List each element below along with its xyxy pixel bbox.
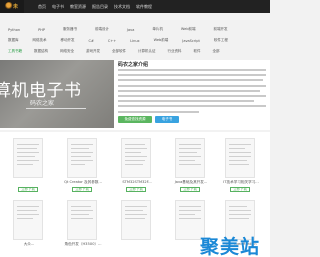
resource-grid: 立即下载 Qt Creator 及其参数... 立即下载 STM32STM32F…	[0, 132, 270, 257]
nav-item-docs[interactable]: 技术文档	[114, 4, 130, 10]
tag-row-2: 数据库 网络技术 移动开发 C# C++ Linux Web前端 JavaScr…	[8, 38, 278, 43]
tag-item[interactable]: 行业资料	[168, 49, 182, 54]
download-button[interactable]: 立即下载	[180, 187, 200, 192]
download-button[interactable]: 立即下载	[72, 187, 92, 192]
nav-item-classroom[interactable]: 教室资源	[70, 4, 86, 10]
resource-card[interactable]	[112, 200, 166, 257]
resource-card[interactable]: 角色开发（H35X0）...	[58, 200, 112, 257]
tag-item[interactable]: 网络技术	[33, 38, 47, 43]
document-thumbnail	[121, 138, 151, 178]
document-thumbnail	[13, 138, 43, 178]
card-title: 大众...	[23, 242, 35, 246]
tag-item[interactable]: 全部	[213, 49, 220, 54]
top-navbar: 未 首页 电子书 教室资源 报告目录 技术文档 软件教程	[0, 0, 270, 13]
resource-card[interactable]: 立即下载	[4, 138, 58, 198]
site-logo[interactable]: 未	[0, 0, 24, 13]
tag-item[interactable]: 移动开发	[61, 38, 75, 43]
nav-item-software[interactable]: 软件教程	[136, 4, 152, 10]
resource-card[interactable]: IT技术学习相关学习... 立即下载	[216, 138, 270, 198]
tag-item[interactable]: Python	[8, 28, 20, 32]
tag-item[interactable]: PHP	[38, 28, 45, 32]
tag-item[interactable]: Linux	[130, 39, 139, 43]
tag-item[interactable]: 数据库	[8, 38, 19, 43]
tag-item[interactable]: 软件工程	[214, 38, 228, 43]
tag-item[interactable]: 单片机	[152, 27, 163, 32]
intro-title: 码农之家介绍	[118, 62, 149, 68]
tag-item[interactable]: 数据结构	[34, 49, 48, 54]
tag-item[interactable]: C#	[89, 39, 94, 43]
tag-row-1: Python PHP 服务器书 前端设计 Java 单片机 Web前端 前端开发	[8, 27, 278, 32]
document-thumbnail	[175, 138, 205, 178]
banner-divider	[26, 108, 86, 109]
ebook-button[interactable]: 电子书	[155, 116, 179, 123]
resource-card[interactable]: Java基础及其开发... 立即下载	[166, 138, 220, 198]
download-button[interactable]: 立即下载	[126, 187, 146, 192]
banner-subtitle: 码农之家	[30, 100, 55, 107]
category-tags: Python PHP 服务器书 前端设计 Java 单片机 Web前端 前端开发…	[0, 18, 270, 58]
download-button[interactable]: 立即下载	[18, 187, 38, 192]
document-thumbnail	[225, 138, 255, 178]
document-thumbnail	[67, 200, 97, 240]
tag-item[interactable]: 网络安全	[60, 49, 74, 54]
main-nav: 首页 电子书 教室资源 报告目录 技术文档 软件教程	[38, 0, 152, 13]
card-title: Qt Creator 及其参数...	[64, 180, 102, 184]
tag-item[interactable]: 全部软件	[112, 49, 126, 54]
tag-item[interactable]: Web前端	[181, 27, 196, 32]
find-resources-button[interactable]: 免费查找资源	[118, 116, 152, 123]
tag-item[interactable]: C++	[108, 39, 116, 43]
resource-card[interactable]: STM32STM32F... 立即下载	[112, 138, 166, 198]
tag-item[interactable]: 前端开发	[214, 27, 228, 32]
tag-item[interactable]: 前端设计	[95, 27, 109, 32]
nav-item-home[interactable]: 首页	[38, 4, 46, 10]
resource-card[interactable]: Qt Creator 及其参数... 立即下载	[58, 138, 112, 198]
tag-item[interactable]: 服务器书	[63, 27, 77, 32]
card-title: 角色开发（H35X0）...	[64, 242, 102, 246]
tag-item[interactable]: 游戏开发	[86, 49, 100, 54]
intro-panel: 算机电子书 码农之家 码农之家介绍 免费查找资源 电子书	[0, 60, 270, 130]
intro-text	[118, 69, 266, 116]
logo-icon	[5, 2, 13, 10]
resource-card[interactable]: 大众...	[4, 200, 58, 257]
tag-item[interactable]: Web前端	[154, 38, 169, 43]
nav-item-ebooks[interactable]: 电子书	[52, 4, 64, 10]
nav-item-reports[interactable]: 报告目录	[92, 4, 108, 10]
tag-item[interactable]: 计算机认证	[138, 49, 156, 54]
watermark-logo: 聚美站	[200, 236, 261, 257]
document-thumbnail	[67, 138, 97, 178]
tag-item-active[interactable]: 工具书籍	[8, 49, 22, 54]
tag-item[interactable]: Java	[127, 28, 134, 32]
download-button[interactable]: 立即下载	[230, 187, 250, 192]
card-title: STM32STM32F...	[122, 180, 152, 184]
document-thumbnail	[13, 200, 43, 240]
promo-banner[interactable]: 算机电子书 码农之家	[0, 60, 114, 128]
card-title: Java基础及其开发...	[174, 180, 208, 184]
logo-glyph: 未	[13, 4, 19, 10]
tag-row-3: 工具书籍 数据结构 网络安全 游戏开发 全部软件 计算机认证 行业资料 软件 全…	[8, 49, 278, 54]
tag-item[interactable]: 软件	[194, 49, 201, 54]
tag-item[interactable]: JavaScript	[182, 39, 200, 43]
document-thumbnail	[121, 200, 151, 240]
card-title: IT技术学习相关学习...	[223, 180, 259, 184]
